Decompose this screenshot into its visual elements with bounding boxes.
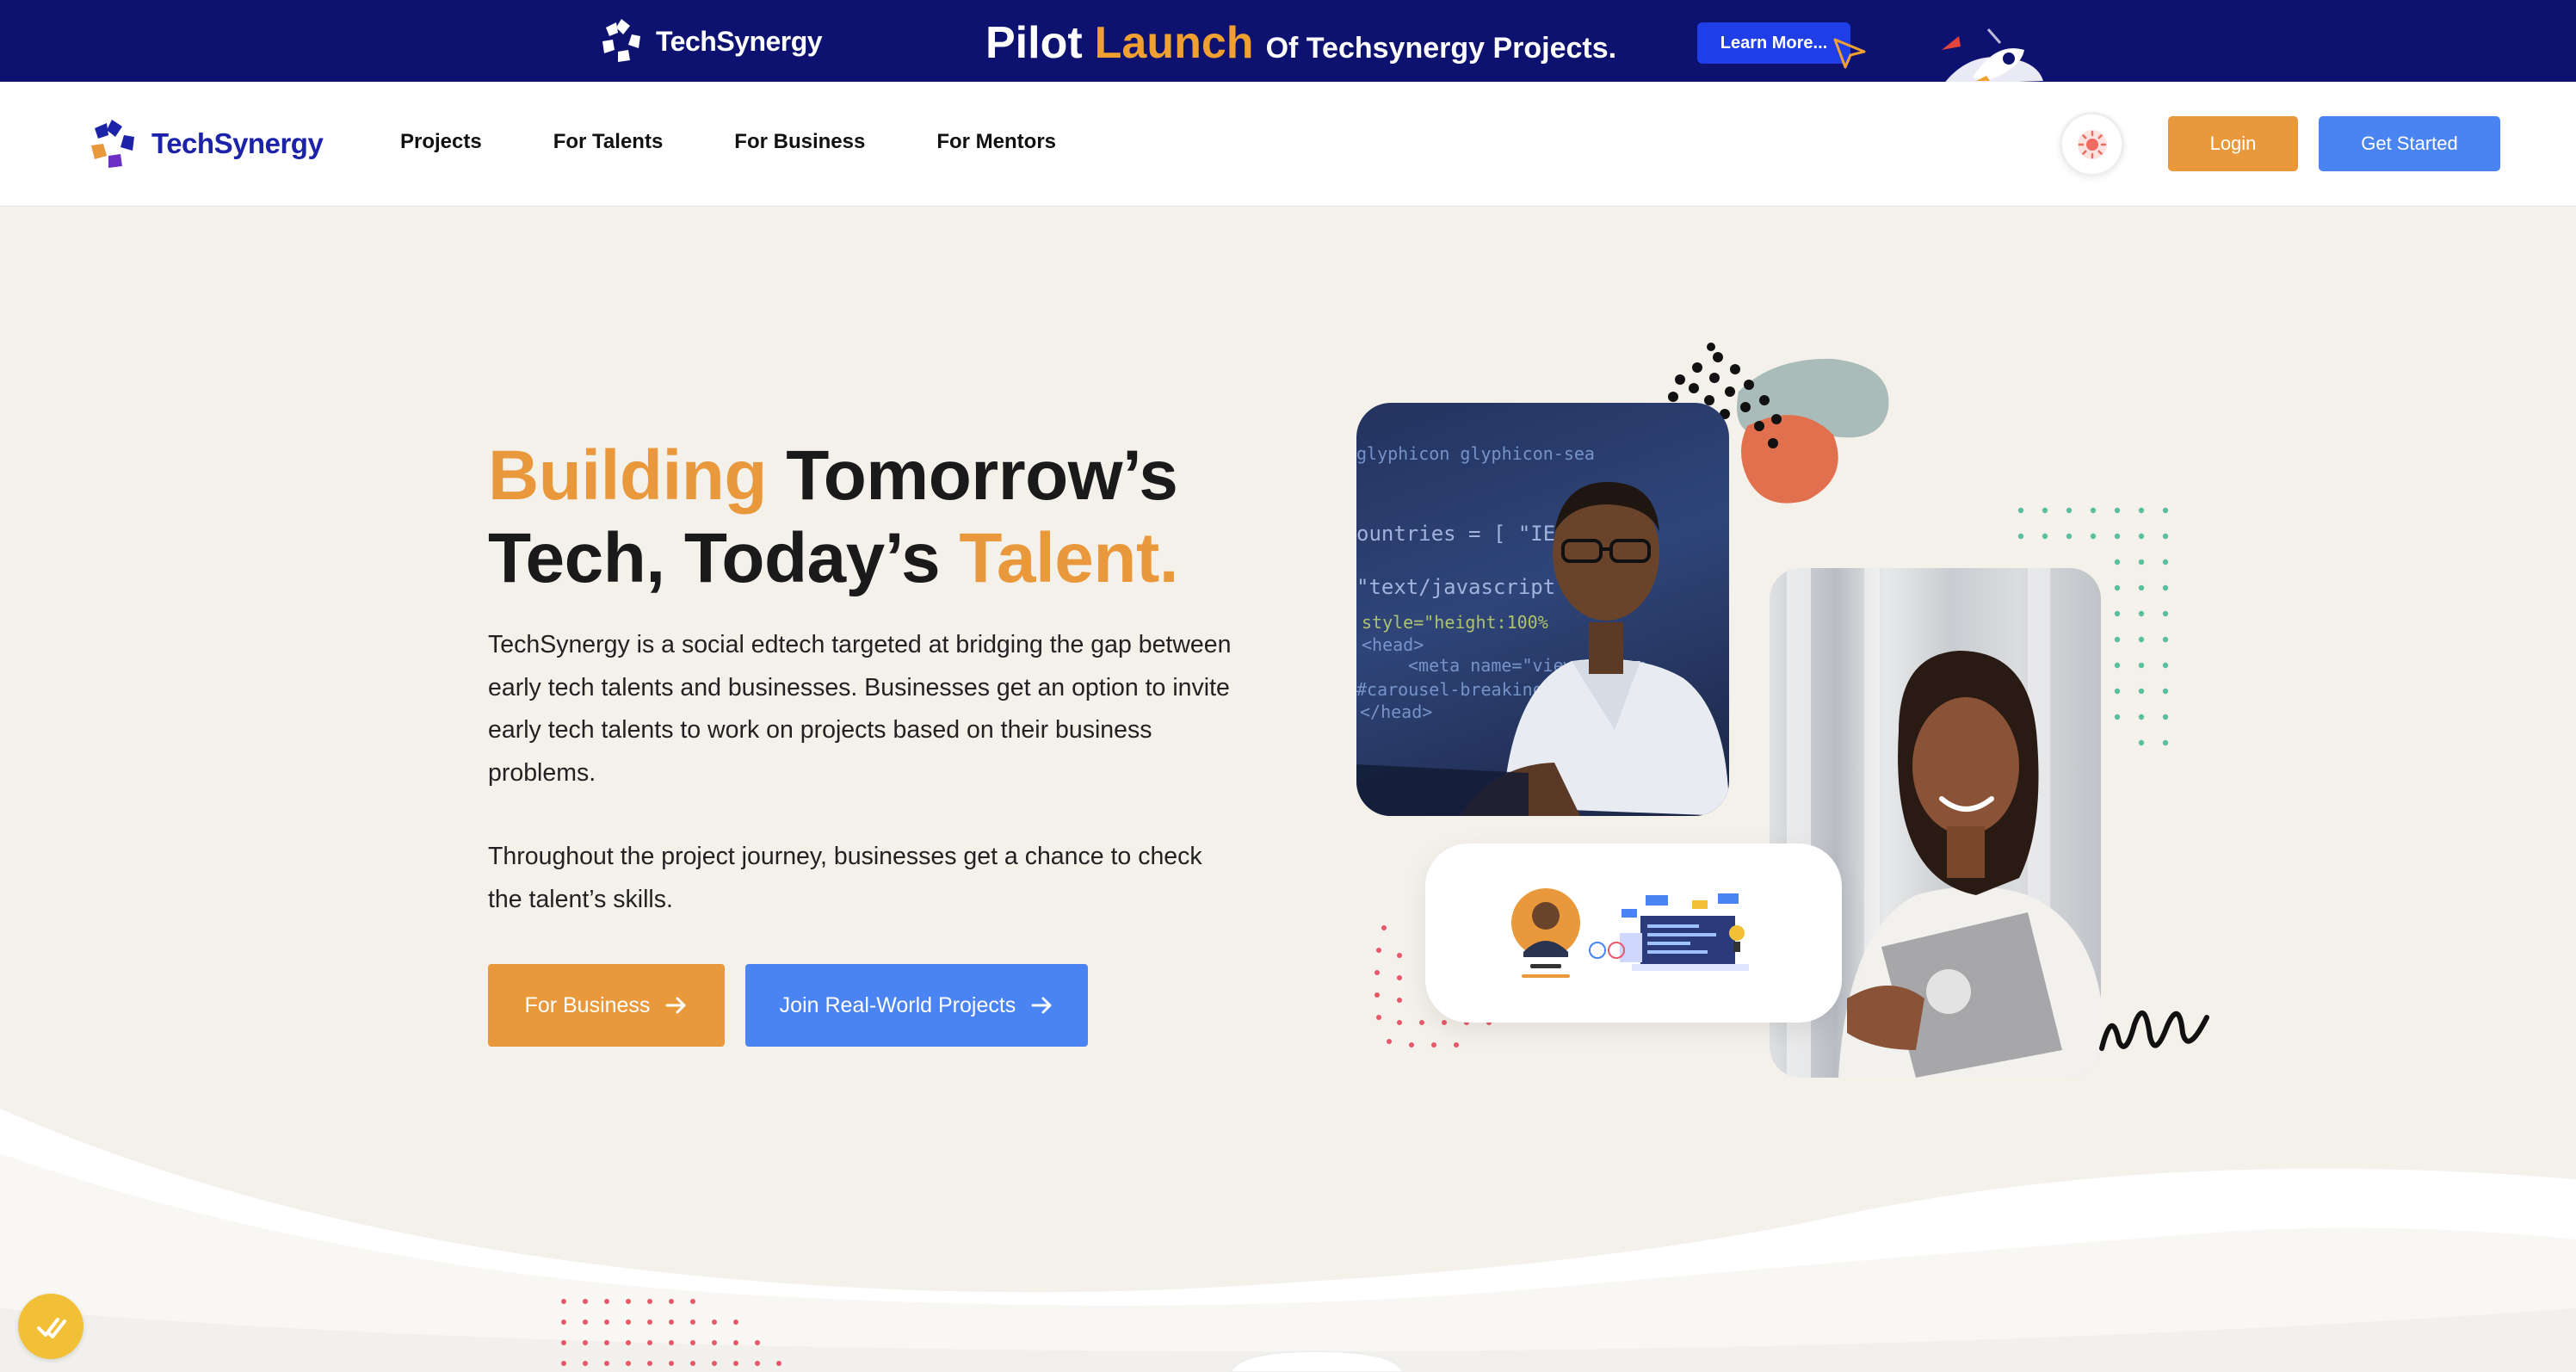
svg-text:"text/javascript": "text/javascript" xyxy=(1356,575,1568,599)
nav-link-for-talents[interactable]: For Talents xyxy=(553,130,664,154)
theme-toggle-button[interactable] xyxy=(2060,112,2124,176)
for-business-button-label: For Business xyxy=(524,992,651,1017)
main-navbar: TechSynergy Projects For Talents For Bus… xyxy=(0,82,2576,207)
nav-link-for-mentors[interactable]: For Mentors xyxy=(936,130,1056,154)
nav-link-projects[interactable]: Projects xyxy=(400,130,482,154)
login-button[interactable]: Login xyxy=(2168,116,2298,171)
arrow-right-icon xyxy=(1031,997,1052,1014)
learn-more-button[interactable]: Learn More... xyxy=(1697,22,1850,64)
svg-text:</head>: </head> xyxy=(1360,701,1432,722)
get-started-button[interactable]: Get Started xyxy=(2319,116,2500,171)
for-business-button[interactable]: For Business xyxy=(488,964,725,1047)
join-projects-button[interactable]: Join Real-World Projects xyxy=(745,964,1088,1047)
banner-headline-rest: Of Techsynergy Projects. xyxy=(1265,32,1617,65)
svg-text:style="height:100%: style="height:100% xyxy=(1362,612,1548,633)
banner-logo[interactable]: TechSynergy xyxy=(596,15,823,67)
techsynergy-logo-icon xyxy=(602,19,640,62)
hero-title-building: Building xyxy=(488,436,767,515)
svg-text:<head>: <head> xyxy=(1362,634,1424,655)
site-logo[interactable]: TechSynergy xyxy=(86,116,324,171)
join-projects-button-label: Join Real-World Projects xyxy=(779,992,1016,1017)
arrow-right-icon xyxy=(665,997,686,1014)
profile-card-illustration xyxy=(1511,888,1749,978)
hero-description: TechSynergy is a social edtech targeted … xyxy=(488,631,1232,787)
promo-banner: TechSynergy Pilot Launch Of Techsynergy … xyxy=(0,0,2576,82)
banner-logo-text: TechSynergy xyxy=(656,25,823,57)
decorative-squiggle xyxy=(2099,1010,2209,1051)
banner-headline: Pilot Launch Of Techsynergy Projects. xyxy=(985,17,1616,69)
cursor-arrow-icon xyxy=(1833,38,1866,69)
chat-widget-button[interactable] xyxy=(18,1294,83,1359)
techsynergy-logo-icon xyxy=(91,120,134,168)
section-wave-divider xyxy=(0,1109,2576,1372)
developer-photo-illustration: glyphicon glyphicon-sea ountries = [ "IE… xyxy=(1356,443,1729,816)
rocket-icon xyxy=(1942,28,2043,82)
hero-title: Building Tomorrow’s Tech, Today’s Talent. xyxy=(488,435,1263,600)
nav-links: Projects For Talents For Business For Me… xyxy=(400,130,1056,154)
banner-headline-pilot: Pilot xyxy=(985,18,1083,68)
hero-title-tech-todays: Tech, Today’s xyxy=(488,519,941,597)
hero-description-secondary: Throughout the project journey, business… xyxy=(488,843,1202,913)
site-logo-text: TechSynergy xyxy=(151,127,324,159)
banner-headline-launch: Launch xyxy=(1094,18,1254,68)
sun-icon xyxy=(2077,129,2107,159)
nav-link-for-business[interactable]: For Business xyxy=(734,130,865,154)
svg-text:glyphicon glyphicon-sea: glyphicon glyphicon-sea xyxy=(1356,443,1595,464)
developer-photo: glyphicon glyphicon-sea ountries = [ "IE… xyxy=(1356,403,1729,816)
chat-check-icon xyxy=(37,1318,66,1338)
talent-profile-card xyxy=(1425,844,1842,1023)
hero-title-talent: Talent. xyxy=(959,519,1179,597)
hero-title-tomorrows: Tomorrow’s xyxy=(786,436,1178,515)
